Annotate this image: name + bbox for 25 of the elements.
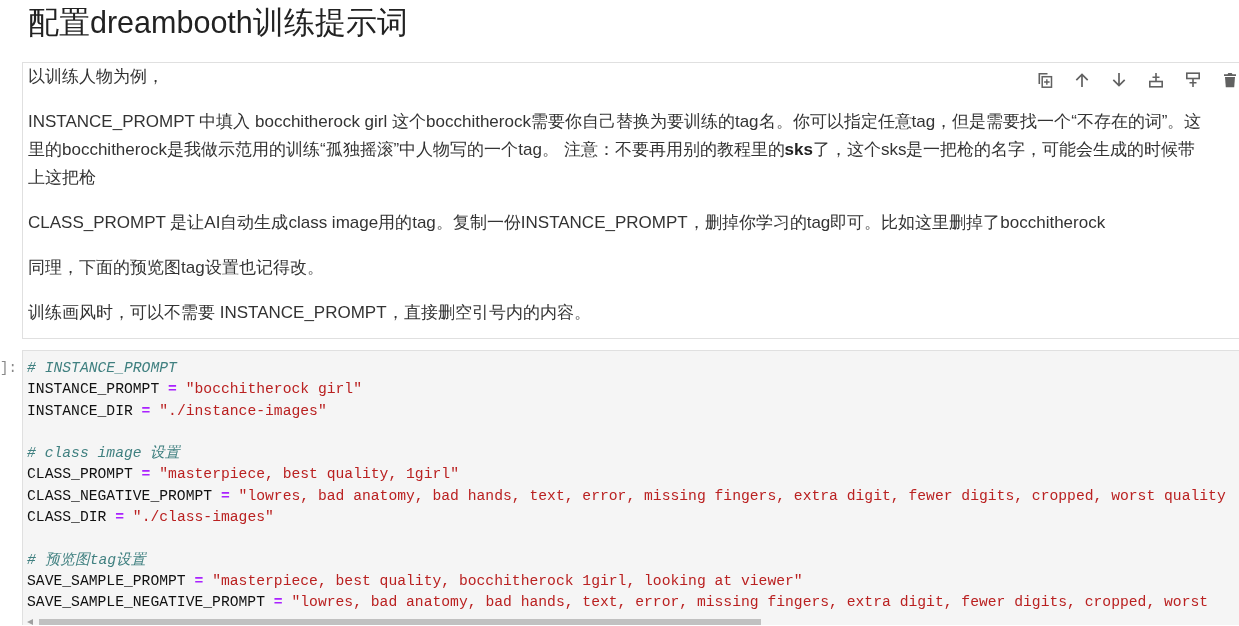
code-line: INSTANCE_PROMPT = "bocchitherock girl" <box>27 380 362 400</box>
notebook-heading: 配置dreambooth训练提示词 <box>28 4 408 41</box>
plus-below-box-icon[interactable] <box>1185 72 1201 88</box>
markdown-paragraph: 训练画风时，可以不需要 INSTANCE_PROMPT，直接删空引号内的内容。 <box>28 302 591 324</box>
trash-icon[interactable] <box>1222 72 1238 88</box>
code-line: CLASS_PROMPT = "masterpiece, best quality, 1girl" <box>27 465 459 485</box>
code-line: INSTANCE_DIR = "./instance-images" <box>27 401 327 421</box>
arrow-up-icon[interactable] <box>1074 72 1090 88</box>
scrollbar-thumb[interactable] <box>39 618 761 625</box>
arrow-down-icon[interactable] <box>1111 72 1127 88</box>
markdown-paragraph: CLASS_PROMPT 是让AI自动生成class image用的tag。复制一份INSTANCE_PROMPT，删掉你学习的tag即可。比如这里删掉了bocchitherock <box>28 212 1106 234</box>
code-comment: # 预览图tag设置 <box>27 550 147 570</box>
code-line: SAVE_SAMPLE_NEGATIVE_PROMPT = "lowres, bad anatomy, bad hands, text, error, missing fingers, extra digit, fewer digits, cropped, worst <box>27 593 1209 613</box>
markdown-paragraph: 同理，下面的预览图tag设置也记得改。 <box>28 257 324 279</box>
markdown-paragraph: 以训练人物为例， <box>28 66 164 88</box>
code-line: CLASS_NEGATIVE_PROMPT = "lowres, bad anatomy, bad hands, text, error, missing fingers, extra digit, fewer digits, cropped, worst quality <box>27 486 1226 506</box>
code-editor[interactable] <box>22 350 1239 625</box>
markdown-paragraph: INSTANCE_PROMPT 中填入 bocchitherock girl 这个bocchitherock需要你自己替换为要训练的tag名。你可以指定任意tag，但是需要找一个“不存在的词”。这里的bocchitherock是我做示范用的训练“孤独摇滚”中人物写的一个tag。 注意：不要再用别的教程里的sks了，这个sks是一把枪的名字，可能会生成的时候带上这把枪 <box>28 111 1203 189</box>
plus-above-box-icon[interactable] <box>1148 72 1164 88</box>
copy-icon[interactable] <box>1037 72 1053 88</box>
code-comment: # INSTANCE_PROMPT <box>27 359 177 378</box>
cell-prompt: ]: <box>0 359 17 378</box>
code-comment: # class image 设置 <box>27 444 181 464</box>
code-line: CLASS_DIR = "./class-images" <box>27 508 274 528</box>
code-line: SAVE_SAMPLE_PROMPT = "masterpiece, best quality, bocchitherock 1girl, looking at viewer" <box>27 571 803 591</box>
